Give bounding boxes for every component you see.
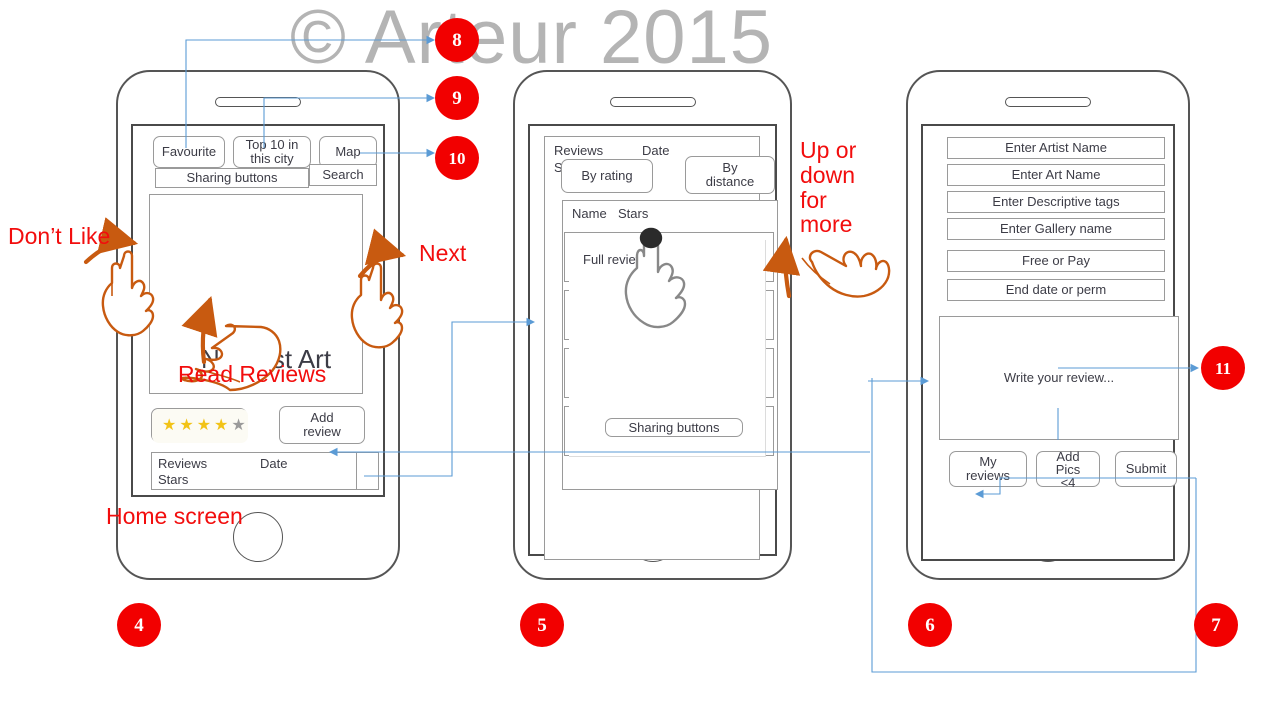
annotation-dont-like: Don’t Like [8, 223, 111, 249]
add-review-button[interactable]: Add review [279, 406, 365, 444]
badge-7[interactable]: 7 [1194, 603, 1238, 647]
rating-widget[interactable]: ★ ★ ★ ★ ★ [151, 408, 248, 443]
overlay-sharing-buttons[interactable]: Sharing buttons [605, 418, 743, 437]
field-descriptive-tags-label: Enter Descriptive tags [992, 194, 1120, 210]
star-4-icon: ★ [214, 416, 229, 434]
badge-5[interactable]: 5 [520, 603, 564, 647]
sharing-buttons-bar[interactable]: Sharing buttons [155, 168, 309, 188]
badge-6[interactable]: 6 [908, 603, 952, 647]
by-distance-label: By distance [705, 160, 755, 189]
reviews-summary-panel[interactable]: Reviews Date Stars [151, 452, 357, 490]
field-free-or-pay-label: Free or Pay [1022, 253, 1090, 269]
search-button[interactable]: Search [309, 164, 377, 186]
map-label: Map [335, 144, 361, 160]
field-end-date-label: End date or perm [1005, 282, 1107, 298]
field-descriptive-tags[interactable]: Enter Descriptive tags [947, 191, 1165, 213]
add-pics-button[interactable]: Add Pics <4 [1036, 448, 1100, 490]
field-free-or-pay[interactable]: Free or Pay [947, 250, 1165, 272]
field-end-date[interactable]: End date or perm [947, 279, 1165, 301]
annotation-home-screen: Home screen [106, 503, 243, 529]
star-3-icon: ★ [196, 416, 212, 434]
badge-8[interactable]: 8 [435, 18, 479, 62]
by-distance-button[interactable]: By distance [685, 156, 775, 194]
star-5-icon: ★ [231, 416, 246, 434]
phone-frame-2: Reviews Stars Date By rating By distance… [513, 70, 792, 580]
full-review-title: Full review [583, 252, 646, 267]
by-rating-button[interactable]: By rating [561, 159, 653, 193]
annotation-up-or-down: Up or down for more [800, 137, 857, 238]
star-rating: ★ ★ ★ ★ ★ [152, 409, 248, 443]
top10-label: Top 10 in this city [245, 137, 299, 166]
badge-9[interactable]: 9 [435, 76, 479, 120]
phone-speaker-3 [1005, 97, 1091, 107]
add-pics-label: Add Pics <4 [1055, 448, 1081, 490]
field-art-name-label: Enter Art Name [1011, 167, 1101, 183]
sharing-buttons-label: Sharing buttons [186, 170, 278, 186]
favourite-label: Favourite [161, 144, 217, 160]
reviews-summary-date: Date [260, 456, 288, 471]
field-artist-name-label: Enter Artist Name [1005, 140, 1107, 156]
mockup-canvas: © Arteur 2015 Favourite Top 10 in this c… [0, 0, 1280, 720]
field-gallery-name-label: Enter Gallery name [1000, 221, 1112, 237]
list-header-name: Name [572, 206, 607, 221]
phone-frame-3: Enter Artist Name Enter Art Name Enter D… [906, 70, 1190, 580]
watermark-text: © Arteur 2015 [290, 0, 774, 80]
field-artist-name[interactable]: Enter Artist Name [947, 137, 1165, 159]
screen-1: Favourite Top 10 in this city Map Sharin… [131, 124, 385, 497]
badge-10[interactable]: 10 [435, 136, 479, 180]
full-review-overlay[interactable]: Full review Sharing buttons [569, 240, 766, 457]
reviews-summary-side [357, 452, 379, 490]
write-review-textarea[interactable]: Write your review... [939, 316, 1179, 440]
phone-speaker-1 [215, 97, 301, 107]
field-art-name[interactable]: Enter Art Name [947, 164, 1165, 186]
by-rating-label: By rating [581, 168, 633, 184]
reviews-header-reviews: Reviews [554, 143, 604, 158]
badge-11[interactable]: 11 [1201, 346, 1245, 390]
phone-speaker-2 [609, 97, 696, 107]
submit-button[interactable]: Submit [1115, 451, 1177, 487]
list-header-stars: Stars [618, 206, 649, 221]
my-reviews-button[interactable]: My reviews [949, 451, 1027, 487]
annotation-read-reviews: Read Reviews [178, 361, 327, 387]
add-review-label: Add review [303, 410, 341, 439]
overlay-sharing-label: Sharing buttons [628, 419, 720, 435]
reviews-summary-reviews: Reviews [158, 456, 208, 471]
search-label: Search [322, 167, 364, 183]
reviews-header-date: Date [642, 143, 670, 158]
favourite-button[interactable]: Favourite [153, 136, 225, 168]
top10-button[interactable]: Top 10 in this city [233, 136, 311, 168]
badge-4[interactable]: 4 [117, 603, 161, 647]
reviews-summary-stars: Stars [158, 471, 189, 487]
star-1-icon: ★ [162, 416, 177, 434]
star-2-icon: ★ [179, 416, 194, 434]
swipe-hand-icon-5 [801, 249, 891, 298]
submit-label: Submit [1125, 461, 1167, 477]
my-reviews-label: My reviews [965, 454, 1011, 483]
field-gallery-name[interactable]: Enter Gallery name [947, 218, 1165, 240]
write-review-placeholder: Write your review... [1003, 370, 1115, 386]
annotation-next: Next [419, 240, 467, 266]
screen-3: Enter Artist Name Enter Art Name Enter D… [921, 124, 1179, 561]
